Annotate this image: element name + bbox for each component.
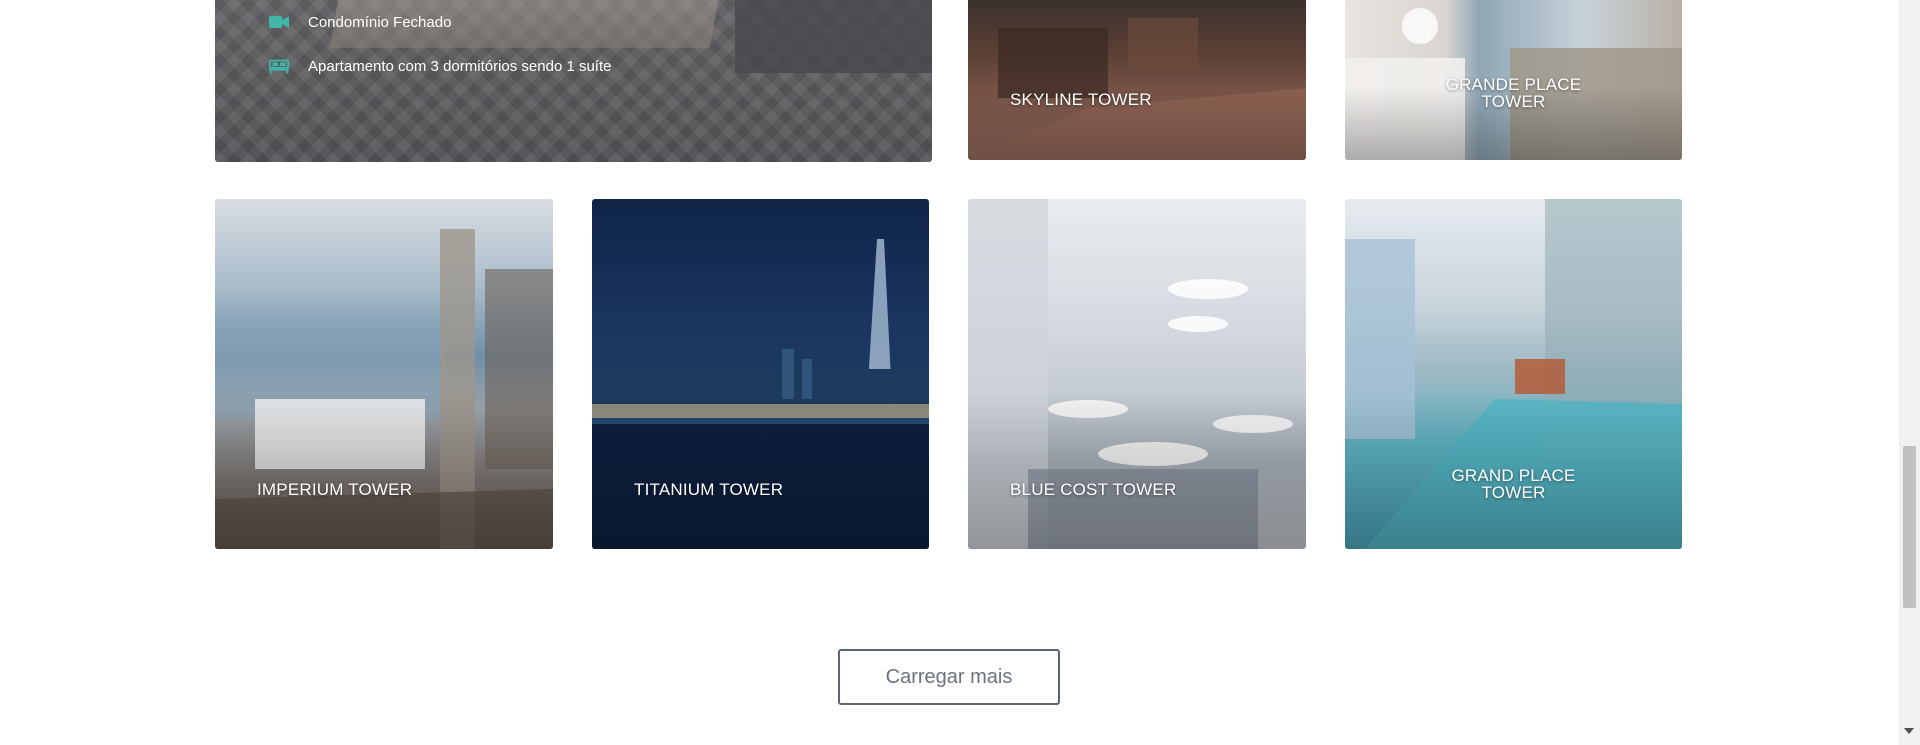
feature-bedrooms: Apartamento com 3 dormitórios sendo 1 su… [268, 57, 612, 75]
feature-label: Condomínio Fechado [308, 13, 452, 31]
video-camera-icon [268, 13, 290, 31]
property-title: GRAND PLACE TOWER [1451, 466, 1576, 502]
property-card-grande-place-tower[interactable]: GRANDE PLACE TOWER [1345, 0, 1682, 160]
property-title: GRANDE PLACE TOWER [1445, 75, 1582, 111]
property-title: BLUE COST TOWER [1010, 480, 1177, 499]
vertical-scrollbar[interactable] [1899, 0, 1920, 745]
property-title: SKYLINE TOWER [1010, 90, 1152, 109]
property-title: IMPERIUM TOWER [257, 480, 413, 499]
property-card-titanium-tower[interactable]: TITANIUM TOWER [592, 199, 929, 549]
property-card-imperium-tower[interactable]: IMPERIUM TOWER [215, 199, 553, 549]
property-card-grand-place-tower[interactable]: GRAND PLACE TOWER [1345, 199, 1682, 549]
property-card-blue-cost-tower[interactable]: BLUE COST TOWER [968, 199, 1306, 549]
load-more-button[interactable]: Carregar mais [838, 649, 1060, 705]
scroll-down-arrow-icon[interactable] [1904, 728, 1914, 734]
feature-closed-condo: Condomínio Fechado [268, 13, 451, 31]
property-card-skyline-tower[interactable]: SKYLINE TOWER [968, 0, 1306, 160]
featured-property-card[interactable]: Condomínio Fechado Apartamento com 3 dor… [215, 0, 932, 162]
scrollbar-thumb[interactable] [1903, 446, 1916, 608]
feature-label: Apartamento com 3 dormitórios sendo 1 su… [308, 57, 612, 75]
bed-icon [268, 57, 290, 75]
property-title: TITANIUM TOWER [634, 480, 784, 499]
